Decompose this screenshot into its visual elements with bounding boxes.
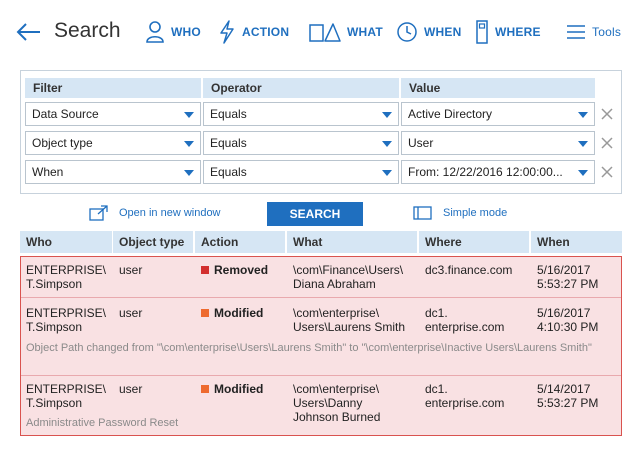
who-cell: ENTERPRISE\ T.Simpson [26, 306, 107, 334]
filter-select-value: When [32, 165, 64, 179]
table-row[interactable]: ENTERPRISE\ T.Simpson user Removed \com\F… [21, 257, 621, 297]
chevron-down-icon [382, 170, 392, 176]
chevron-down-icon [382, 112, 392, 118]
chevron-down-icon [382, 141, 392, 147]
filter-header: Filter [25, 78, 201, 98]
nav-tools-button[interactable]: Tools [566, 18, 621, 46]
filter-panel: Filter Operator Value Data Source Equals… [20, 70, 622, 194]
operator-select[interactable]: Equals [203, 131, 399, 155]
nav-who-label: WHO [171, 25, 201, 39]
operator-select-value: Equals [210, 136, 247, 150]
external-window-icon [89, 205, 108, 221]
what-cell: \com\enterprise\ Users\Laurens Smith [293, 306, 406, 334]
who-cell: ENTERPRISE\ T.Simpson [26, 263, 107, 291]
clock-icon [397, 22, 417, 42]
building-icon [476, 20, 488, 44]
chevron-down-icon [184, 112, 194, 118]
removed-status-icon [201, 266, 209, 274]
filter-select-value: Object type [32, 136, 93, 150]
when-cell: 5/14/2017 5:53:27 PM [537, 382, 599, 410]
value-select-value: Active Directory [408, 107, 493, 121]
nav-what-label: WHAT [347, 25, 383, 39]
action-cell: Removed [201, 263, 268, 277]
value-select[interactable]: User [401, 131, 595, 155]
chevron-down-icon [578, 112, 588, 118]
person-icon [146, 21, 164, 43]
change-note: Object Path changed from "\com\enterpris… [26, 342, 592, 354]
remove-filter-icon[interactable] [599, 164, 615, 180]
value-select[interactable]: Active Directory [401, 102, 595, 126]
chevron-down-icon [184, 141, 194, 147]
filter-select-object-type[interactable]: Object type [25, 131, 201, 155]
table-row[interactable]: ENTERPRISE\ T.Simpson user Modified \com\… [21, 376, 621, 436]
operator-select[interactable]: Equals [203, 160, 399, 184]
nav-action-button[interactable]: ACTION [218, 18, 289, 46]
lightning-icon [220, 20, 234, 44]
open-new-window-label: Open in new window [119, 207, 221, 219]
simple-mode-label: Simple mode [443, 207, 508, 219]
value-select-value: From: 12/22/2016 12:00:00... [408, 165, 563, 179]
col-object-type[interactable]: Object type [113, 231, 193, 253]
top-bar: Search WHO ACTION WHAT WHEN WHERE Tools [0, 0, 640, 64]
when-cell: 5/16/2017 5:53:27 PM [537, 263, 599, 291]
filter-select-value: Data Source [32, 107, 99, 121]
filter-select-when[interactable]: When [25, 160, 201, 184]
nav-who-button[interactable]: WHO [145, 18, 201, 46]
chevron-down-icon [184, 170, 194, 176]
page-title: Search [54, 19, 121, 42]
where-cell: dc1. enterprise.com [425, 382, 505, 410]
col-who[interactable]: Who [20, 231, 112, 253]
operator-header: Operator [203, 78, 399, 98]
nav-where-button[interactable]: WHERE [475, 18, 541, 46]
value-select[interactable]: From: 12/22/2016 12:00:00... [401, 160, 595, 184]
search-button[interactable]: SEARCH [267, 202, 363, 226]
what-cell: \com\Finance\Users\ Diana Abraham [293, 263, 404, 291]
modified-status-icon [201, 385, 209, 393]
operator-select-value: Equals [210, 165, 247, 179]
shapes-icon [309, 23, 341, 42]
nav-where-label: WHERE [495, 25, 541, 39]
simple-mode-link[interactable]: Simple mode [413, 205, 507, 221]
nav-when-label: WHEN [424, 25, 462, 39]
open-new-window-link[interactable]: Open in new window [89, 205, 221, 221]
operator-select-value: Equals [210, 107, 247, 121]
modified-status-icon [201, 309, 209, 317]
chevron-down-icon [578, 141, 588, 147]
where-cell: dc1. enterprise.com [425, 306, 505, 334]
col-what[interactable]: What [287, 231, 417, 253]
change-note: Administrative Password Reset [26, 417, 179, 429]
panel-icon [413, 206, 432, 220]
value-header: Value [401, 78, 595, 98]
object-type-cell: user [119, 306, 143, 320]
who-cell: ENTERPRISE\ T.Simpson [26, 382, 107, 410]
object-type-cell: user [119, 382, 143, 396]
value-select-value: User [408, 136, 434, 150]
results-header: Who Object type Action What Where When [20, 231, 622, 253]
filter-select-data-source[interactable]: Data Source [25, 102, 201, 126]
when-cell: 5/16/2017 4:10:30 PM [537, 306, 599, 334]
table-row[interactable]: ENTERPRISE\ T.Simpson user Modified \com\… [21, 298, 621, 375]
nav-when-button[interactable]: WHEN [396, 18, 461, 46]
back-arrow-icon[interactable] [16, 20, 42, 44]
where-cell: dc3.finance.com [425, 263, 513, 277]
hamburger-icon [567, 25, 585, 39]
col-where[interactable]: Where [419, 231, 529, 253]
object-type-cell: user [119, 263, 143, 277]
nav-tools-label: Tools [592, 25, 622, 39]
col-when[interactable]: When [531, 231, 622, 253]
operator-select[interactable]: Equals [203, 102, 399, 126]
chevron-down-icon [578, 170, 588, 176]
action-cell: Modified [201, 382, 263, 396]
nav-what-button[interactable]: WHAT [309, 18, 383, 46]
nav-action-label: ACTION [242, 25, 290, 39]
action-cell: Modified [201, 306, 263, 320]
remove-filter-icon[interactable] [599, 106, 615, 122]
results-list: ENTERPRISE\ T.Simpson user Removed \com\F… [20, 256, 622, 436]
remove-filter-icon[interactable] [599, 135, 615, 151]
col-action[interactable]: Action [195, 231, 285, 253]
